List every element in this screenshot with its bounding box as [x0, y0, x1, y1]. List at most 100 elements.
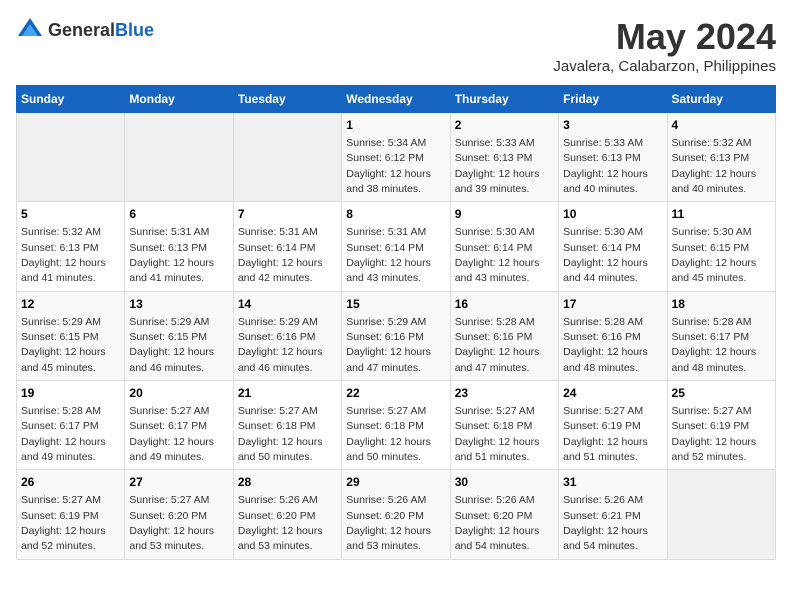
day-info: Sunrise: 5:32 AM Sunset: 6:13 PM Dayligh… [672, 137, 757, 195]
day-number: 18 [672, 296, 771, 313]
calendar-cell: 29 Sunrise: 5:26 AM Sunset: 6:20 PM Dayli… [342, 470, 450, 559]
day-info: Sunrise: 5:27 AM Sunset: 6:20 PM Dayligh… [129, 494, 214, 552]
day-header-monday: Monday [125, 86, 233, 113]
calendar-cell: 4 Sunrise: 5:32 AM Sunset: 6:13 PM Daylig… [667, 113, 775, 202]
day-header-sunday: Sunday [17, 86, 125, 113]
calendar-cell: 22 Sunrise: 5:27 AM Sunset: 6:18 PM Dayli… [342, 381, 450, 470]
calendar-cell: 28 Sunrise: 5:26 AM Sunset: 6:20 PM Dayli… [233, 470, 341, 559]
calendar-cell: 19 Sunrise: 5:28 AM Sunset: 6:17 PM Dayli… [17, 381, 125, 470]
day-number: 27 [129, 474, 228, 491]
day-number: 16 [455, 296, 554, 313]
day-number: 10 [563, 206, 662, 223]
calendar-cell: 12Sunrise: 5:29 AM Sunset: 6:15 PM Dayli… [17, 291, 125, 380]
day-info: Sunrise: 5:29 AM Sunset: 6:15 PM Dayligh… [129, 316, 214, 374]
calendar-cell: 8 Sunrise: 5:31 AM Sunset: 6:14 PM Daylig… [342, 202, 450, 291]
day-info: Sunrise: 5:27 AM Sunset: 6:19 PM Dayligh… [672, 405, 757, 463]
calendar-cell: 23 Sunrise: 5:27 AM Sunset: 6:18 PM Dayli… [450, 381, 558, 470]
calendar-cell: 31 Sunrise: 5:26 AM Sunset: 6:21 PM Dayli… [559, 470, 667, 559]
calendar-cell: 24 Sunrise: 5:27 AM Sunset: 6:19 PM Dayli… [559, 381, 667, 470]
day-number: 20 [129, 385, 228, 402]
day-number: 4 [672, 117, 771, 134]
day-info: Sunrise: 5:26 AM Sunset: 6:20 PM Dayligh… [455, 494, 540, 552]
day-info: Sunrise: 5:27 AM Sunset: 6:18 PM Dayligh… [238, 405, 323, 463]
calendar-cell: 9 Sunrise: 5:30 AM Sunset: 6:14 PM Daylig… [450, 202, 558, 291]
calendar-cell: 27 Sunrise: 5:27 AM Sunset: 6:20 PM Dayli… [125, 470, 233, 559]
day-number: 3 [563, 117, 662, 134]
calendar-cell [233, 113, 341, 202]
calendar-week-4: 19 Sunrise: 5:28 AM Sunset: 6:17 PM Dayli… [17, 381, 776, 470]
day-number: 21 [238, 385, 337, 402]
day-info: Sunrise: 5:27 AM Sunset: 6:19 PM Dayligh… [21, 494, 106, 552]
day-info: Sunrise: 5:27 AM Sunset: 6:19 PM Dayligh… [563, 405, 648, 463]
title-area: May 2024 Javalera, Calabarzon, Philippin… [553, 16, 776, 75]
day-number: 5 [21, 206, 120, 223]
day-header-tuesday: Tuesday [233, 86, 341, 113]
calendar-cell: 11 Sunrise: 5:30 AM Sunset: 6:15 PM Dayli… [667, 202, 775, 291]
calendar-week-2: 5 Sunrise: 5:32 AM Sunset: 6:13 PM Daylig… [17, 202, 776, 291]
day-number: 28 [238, 474, 337, 491]
day-info: Sunrise: 5:31 AM Sunset: 6:14 PM Dayligh… [346, 226, 431, 284]
calendar-cell: 15 Sunrise: 5:29 AM Sunset: 6:16 PM Dayli… [342, 291, 450, 380]
day-info: Sunrise: 5:27 AM Sunset: 6:18 PM Dayligh… [455, 405, 540, 463]
day-number: 26 [21, 474, 120, 491]
day-info: Sunrise: 5:29 AM Sunset: 6:16 PM Dayligh… [346, 316, 431, 374]
day-number: 22 [346, 385, 445, 402]
day-number: 23 [455, 385, 554, 402]
calendar-cell: 16 Sunrise: 5:28 AM Sunset: 6:16 PM Dayli… [450, 291, 558, 380]
day-number: 11 [672, 206, 771, 223]
calendar-cell [125, 113, 233, 202]
page-header: GeneralBlue May 2024 Javalera, Calabarzo… [16, 16, 776, 75]
calendar-cell: 10 Sunrise: 5:30 AM Sunset: 6:14 PM Dayli… [559, 202, 667, 291]
day-number: 1 [346, 117, 445, 134]
calendar-cell: 1Sunrise: 5:34 AM Sunset: 6:12 PM Daylig… [342, 113, 450, 202]
calendar-week-5: 26 Sunrise: 5:27 AM Sunset: 6:19 PM Dayli… [17, 470, 776, 559]
calendar-cell: 3 Sunrise: 5:33 AM Sunset: 6:13 PM Daylig… [559, 113, 667, 202]
day-info: Sunrise: 5:30 AM Sunset: 6:14 PM Dayligh… [455, 226, 540, 284]
logo-text-blue: Blue [115, 20, 154, 40]
calendar-cell: 2Sunrise: 5:33 AM Sunset: 6:13 PM Daylig… [450, 113, 558, 202]
day-info: Sunrise: 5:29 AM Sunset: 6:15 PM Dayligh… [21, 316, 106, 374]
calendar-cell: 30 Sunrise: 5:26 AM Sunset: 6:20 PM Dayli… [450, 470, 558, 559]
day-info: Sunrise: 5:26 AM Sunset: 6:20 PM Dayligh… [238, 494, 323, 552]
day-number: 31 [563, 474, 662, 491]
day-number: 9 [455, 206, 554, 223]
day-info: Sunrise: 5:32 AM Sunset: 6:13 PM Dayligh… [21, 226, 106, 284]
day-number: 14 [238, 296, 337, 313]
day-info: Sunrise: 5:30 AM Sunset: 6:14 PM Dayligh… [563, 226, 648, 284]
calendar-cell: 6Sunrise: 5:31 AM Sunset: 6:13 PM Daylig… [125, 202, 233, 291]
logo-icon [16, 16, 44, 44]
day-info: Sunrise: 5:33 AM Sunset: 6:13 PM Dayligh… [563, 137, 648, 195]
calendar-cell: 17Sunrise: 5:28 AM Sunset: 6:16 PM Dayli… [559, 291, 667, 380]
day-number: 17 [563, 296, 662, 313]
calendar-cell: 26 Sunrise: 5:27 AM Sunset: 6:19 PM Dayli… [17, 470, 125, 559]
calendar-cell: 5 Sunrise: 5:32 AM Sunset: 6:13 PM Daylig… [17, 202, 125, 291]
day-number: 29 [346, 474, 445, 491]
day-info: Sunrise: 5:28 AM Sunset: 6:17 PM Dayligh… [21, 405, 106, 463]
day-number: 6 [129, 206, 228, 223]
calendar-cell: 13 Sunrise: 5:29 AM Sunset: 6:15 PM Dayli… [125, 291, 233, 380]
day-number: 24 [563, 385, 662, 402]
calendar-cell: 18Sunrise: 5:28 AM Sunset: 6:17 PM Dayli… [667, 291, 775, 380]
day-number: 25 [672, 385, 771, 402]
main-title: May 2024 [553, 16, 776, 58]
day-number: 19 [21, 385, 120, 402]
day-info: Sunrise: 5:27 AM Sunset: 6:18 PM Dayligh… [346, 405, 431, 463]
day-number: 8 [346, 206, 445, 223]
day-info: Sunrise: 5:29 AM Sunset: 6:16 PM Dayligh… [238, 316, 323, 374]
day-info: Sunrise: 5:26 AM Sunset: 6:21 PM Dayligh… [563, 494, 648, 552]
day-number: 15 [346, 296, 445, 313]
calendar-cell: 25 Sunrise: 5:27 AM Sunset: 6:19 PM Dayli… [667, 381, 775, 470]
calendar-week-3: 12Sunrise: 5:29 AM Sunset: 6:15 PM Dayli… [17, 291, 776, 380]
day-info: Sunrise: 5:28 AM Sunset: 6:16 PM Dayligh… [455, 316, 540, 374]
logo-text-general: General [48, 20, 115, 40]
day-header-friday: Friday [559, 86, 667, 113]
day-header-saturday: Saturday [667, 86, 775, 113]
calendar-table: SundayMondayTuesdayWednesdayThursdayFrid… [16, 85, 776, 560]
day-info: Sunrise: 5:30 AM Sunset: 6:15 PM Dayligh… [672, 226, 757, 284]
calendar-cell [17, 113, 125, 202]
day-number: 13 [129, 296, 228, 313]
day-info: Sunrise: 5:26 AM Sunset: 6:20 PM Dayligh… [346, 494, 431, 552]
day-number: 30 [455, 474, 554, 491]
header-row: SundayMondayTuesdayWednesdayThursdayFrid… [17, 86, 776, 113]
calendar-cell: 14 Sunrise: 5:29 AM Sunset: 6:16 PM Dayli… [233, 291, 341, 380]
